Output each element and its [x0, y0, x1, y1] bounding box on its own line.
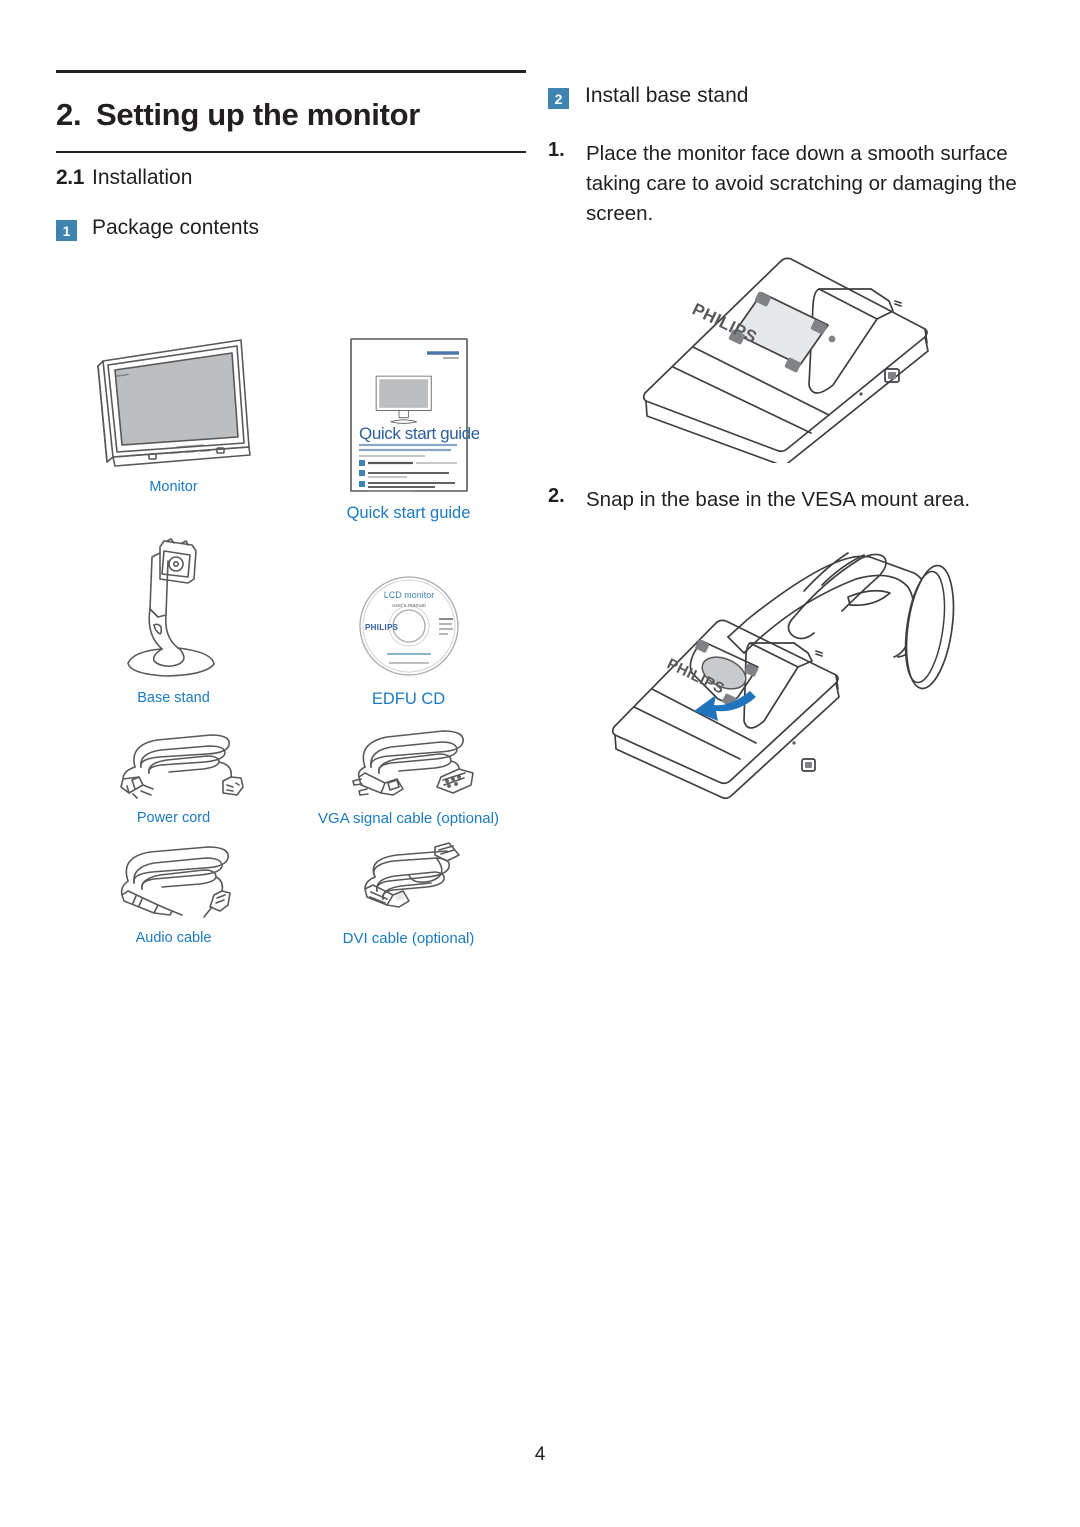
- page-title: 2. Setting up the monitor: [56, 97, 526, 133]
- package-contents-heading: 1 Package contents: [56, 216, 526, 241]
- audio-cable-illustration: [96, 841, 251, 921]
- package-caption: Power cord: [136, 810, 211, 826]
- monitor-illustration: [91, 335, 256, 470]
- package-item-quick-start-guide: Quick start guide Quick start guide: [291, 335, 526, 523]
- package-row: Power cord VGA signal cable (optional): [56, 723, 526, 827]
- quick-start-guide-illustration: Quick start guide: [339, 335, 479, 495]
- step-badge-2: 2: [548, 88, 569, 109]
- step-text: Snap in the base in the VESA mount area.: [586, 488, 971, 511]
- package-caption: Base stand: [137, 690, 210, 706]
- figure-monitor-face-down: PHILIPS: [548, 243, 1028, 463]
- base-stand-illustration: [114, 531, 234, 681]
- section-heading: 2.1 Installation: [56, 166, 526, 190]
- svg-text:PHILIPS: PHILIPS: [365, 623, 399, 632]
- package-item-audio-cable: Audio cable: [56, 841, 291, 947]
- document-page: 2. Setting up the monitor 2.1 Installation…: [0, 0, 1080, 1527]
- package-item-dvi-cable: DVI cable (optional): [291, 841, 526, 947]
- section-title: Installation: [92, 166, 193, 189]
- package-caption: DVI cable (optional): [342, 930, 475, 947]
- chapter-title-text: Setting up the monitor: [96, 97, 421, 132]
- package-contents-grid: Monitor Quick start guide Quick start gu…: [56, 335, 526, 947]
- left-column: 2. Setting up the monitor 2.1 Installation…: [56, 70, 526, 241]
- svg-text:Quick start guide: Quick start guide: [359, 424, 479, 443]
- figure-snap-base-stand: PHILIPS: [548, 531, 1028, 811]
- install-base-stand-label: Install base stand: [585, 84, 749, 107]
- install-base-stand-heading: 2 Install base stand: [548, 84, 1028, 109]
- svg-text:LCD monitor: LCD monitor: [383, 590, 434, 600]
- step-number: 2.: [548, 485, 565, 507]
- edfu-cd-illustration: LCD monitor user's manual PHILIPS: [349, 531, 469, 681]
- svg-text:user's manual: user's manual: [392, 603, 425, 609]
- step-badge-1: 1: [56, 220, 77, 241]
- instruction-step-1: 1. Place the monitor face down a smooth …: [548, 139, 1028, 229]
- dvi-cable-illustration: [331, 841, 486, 921]
- instruction-step-2: 2. Snap in the base in the VESA mount ar…: [548, 485, 1028, 515]
- header-rule-top: [56, 70, 526, 73]
- package-caption: EDFU CD: [371, 690, 446, 708]
- package-item-edfu-cd: LCD monitor user's manual PHILIPS EDFU C…: [291, 531, 526, 709]
- package-caption: Quick start guide: [346, 504, 471, 522]
- package-row: Monitor Quick start guide Quick start gu…: [56, 335, 526, 523]
- chapter-number: 2.: [56, 97, 82, 132]
- header-rule-bottom: [56, 151, 526, 153]
- package-caption: Audio cable: [135, 930, 212, 946]
- right-column: 2 Install base stand 1. Place the monito…: [548, 84, 1028, 811]
- step-number: 1.: [548, 139, 565, 161]
- package-item-base-stand: Base stand: [56, 531, 291, 709]
- section-number: 2.1: [56, 166, 84, 189]
- package-caption: VGA signal cable (optional): [318, 810, 499, 827]
- package-item-power-cord: Power cord: [56, 723, 291, 827]
- vga-cable-illustration: [331, 723, 486, 801]
- power-cord-illustration: [99, 723, 249, 801]
- package-caption: Monitor: [149, 479, 198, 495]
- package-item-vga-cable: VGA signal cable (optional): [291, 723, 526, 827]
- page-number: 4: [534, 1444, 546, 1465]
- package-row: Audio cable DVI cable (optional): [56, 841, 526, 947]
- package-item-monitor: Monitor: [56, 335, 291, 523]
- package-row: Base stand LCD monitor user's manual PHI…: [56, 531, 526, 709]
- package-contents-label: Package contents: [92, 216, 259, 239]
- step-text: Place the monitor face down a smooth sur…: [586, 142, 1017, 225]
